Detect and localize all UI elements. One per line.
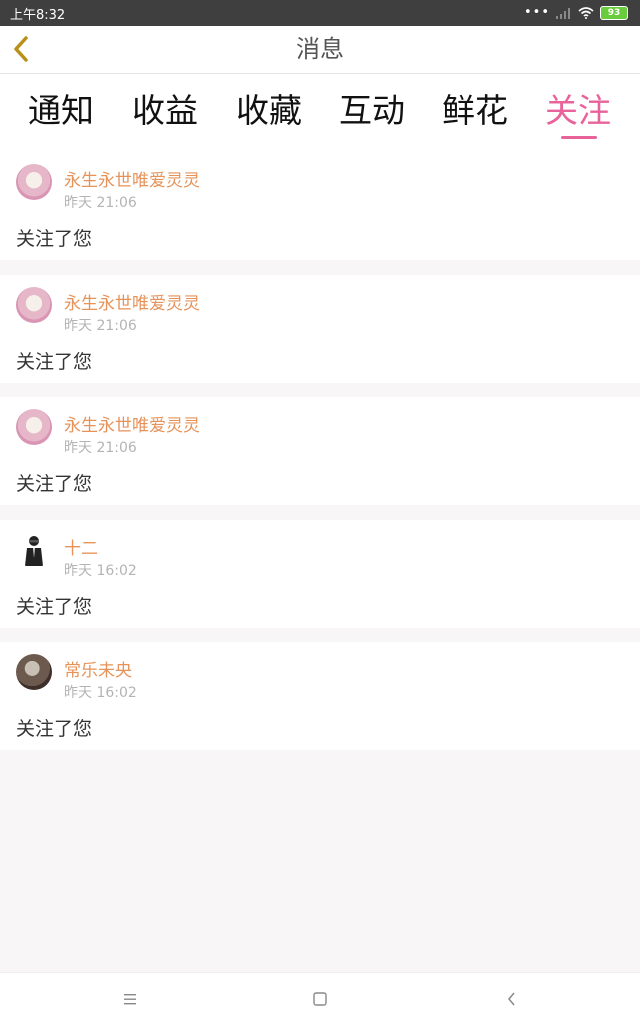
message-text: 关注了您 xyxy=(16,595,93,618)
active-tab-indicator xyxy=(561,136,597,139)
status-time: 上午8:32 xyxy=(10,7,66,23)
list-item[interactable]: 永生永世唯爱灵灵 昨天 21:06 关注了您 xyxy=(0,274,640,383)
wifi-icon xyxy=(578,7,594,19)
page-title: 消息 xyxy=(296,35,344,63)
back-nav-icon[interactable] xyxy=(500,987,524,1011)
list-item[interactable]: 十二 昨天 16:02 关注了您 xyxy=(0,519,640,628)
system-nav-bar xyxy=(0,972,640,1025)
status-icons: ••• 93 xyxy=(524,6,628,20)
tab-bar: 通知 收益 收藏 互动 鲜花 关注 xyxy=(0,74,640,152)
nav-header: 消息 xyxy=(0,26,640,74)
timestamp: 昨天 16:02 xyxy=(64,685,137,701)
message-text: 关注了您 xyxy=(16,228,93,250)
home-icon[interactable] xyxy=(308,987,332,1011)
tab-notifications[interactable]: 通知 xyxy=(18,84,104,144)
message-text: 关注了您 xyxy=(16,718,93,740)
avatar[interactable] xyxy=(16,164,52,200)
avatar[interactable] xyxy=(16,286,52,323)
tab-flowers[interactable]: 鲜花 xyxy=(432,84,518,144)
timestamp: 昨天 16:02 xyxy=(64,562,137,579)
signal-icon xyxy=(556,8,570,19)
tab-earnings[interactable]: 收益 xyxy=(122,84,208,144)
more-dots-icon: ••• xyxy=(523,5,550,20)
username[interactable]: 常乐未央 xyxy=(64,656,132,681)
list-item[interactable]: 常乐未央 昨天 16:02 关注了您 xyxy=(0,642,640,750)
message-text: 关注了您 xyxy=(16,473,93,495)
tab-interactions[interactable]: 互动 xyxy=(329,84,415,144)
status-bar: 上午8:32 ••• 93 xyxy=(0,0,640,26)
username[interactable]: 永生永世唯爱灵灵 xyxy=(64,289,200,314)
tab-favorites[interactable]: 收藏 xyxy=(226,84,312,144)
battery-icon: 93 xyxy=(600,6,628,20)
tab-follows[interactable]: 关注 xyxy=(535,84,621,144)
message-text: 关注了您 xyxy=(16,350,93,373)
avatar[interactable] xyxy=(16,409,52,445)
list-item[interactable]: 永生永世唯爱灵灵 昨天 21:06 关注了您 xyxy=(0,397,640,505)
username[interactable]: 永生永世唯爱灵灵 xyxy=(64,411,200,436)
timestamp: 昨天 21:06 xyxy=(64,440,137,456)
timestamp: 昨天 21:06 xyxy=(64,195,137,211)
timestamp: 昨天 21:06 xyxy=(64,317,137,334)
avatar[interactable] xyxy=(16,531,52,568)
username[interactable]: 十二 xyxy=(64,534,98,559)
menu-icon[interactable] xyxy=(118,987,142,1011)
follow-list: 永生永世唯爱灵灵 昨天 21:06 关注了您 永生永世唯爱灵灵 昨天 21:06… xyxy=(0,152,640,765)
person-figure-icon xyxy=(25,535,43,566)
username[interactable]: 永生永世唯爱灵灵 xyxy=(64,166,200,191)
avatar[interactable] xyxy=(16,654,52,690)
list-item[interactable]: 永生永世唯爱灵灵 昨天 21:06 关注了您 xyxy=(0,152,640,260)
